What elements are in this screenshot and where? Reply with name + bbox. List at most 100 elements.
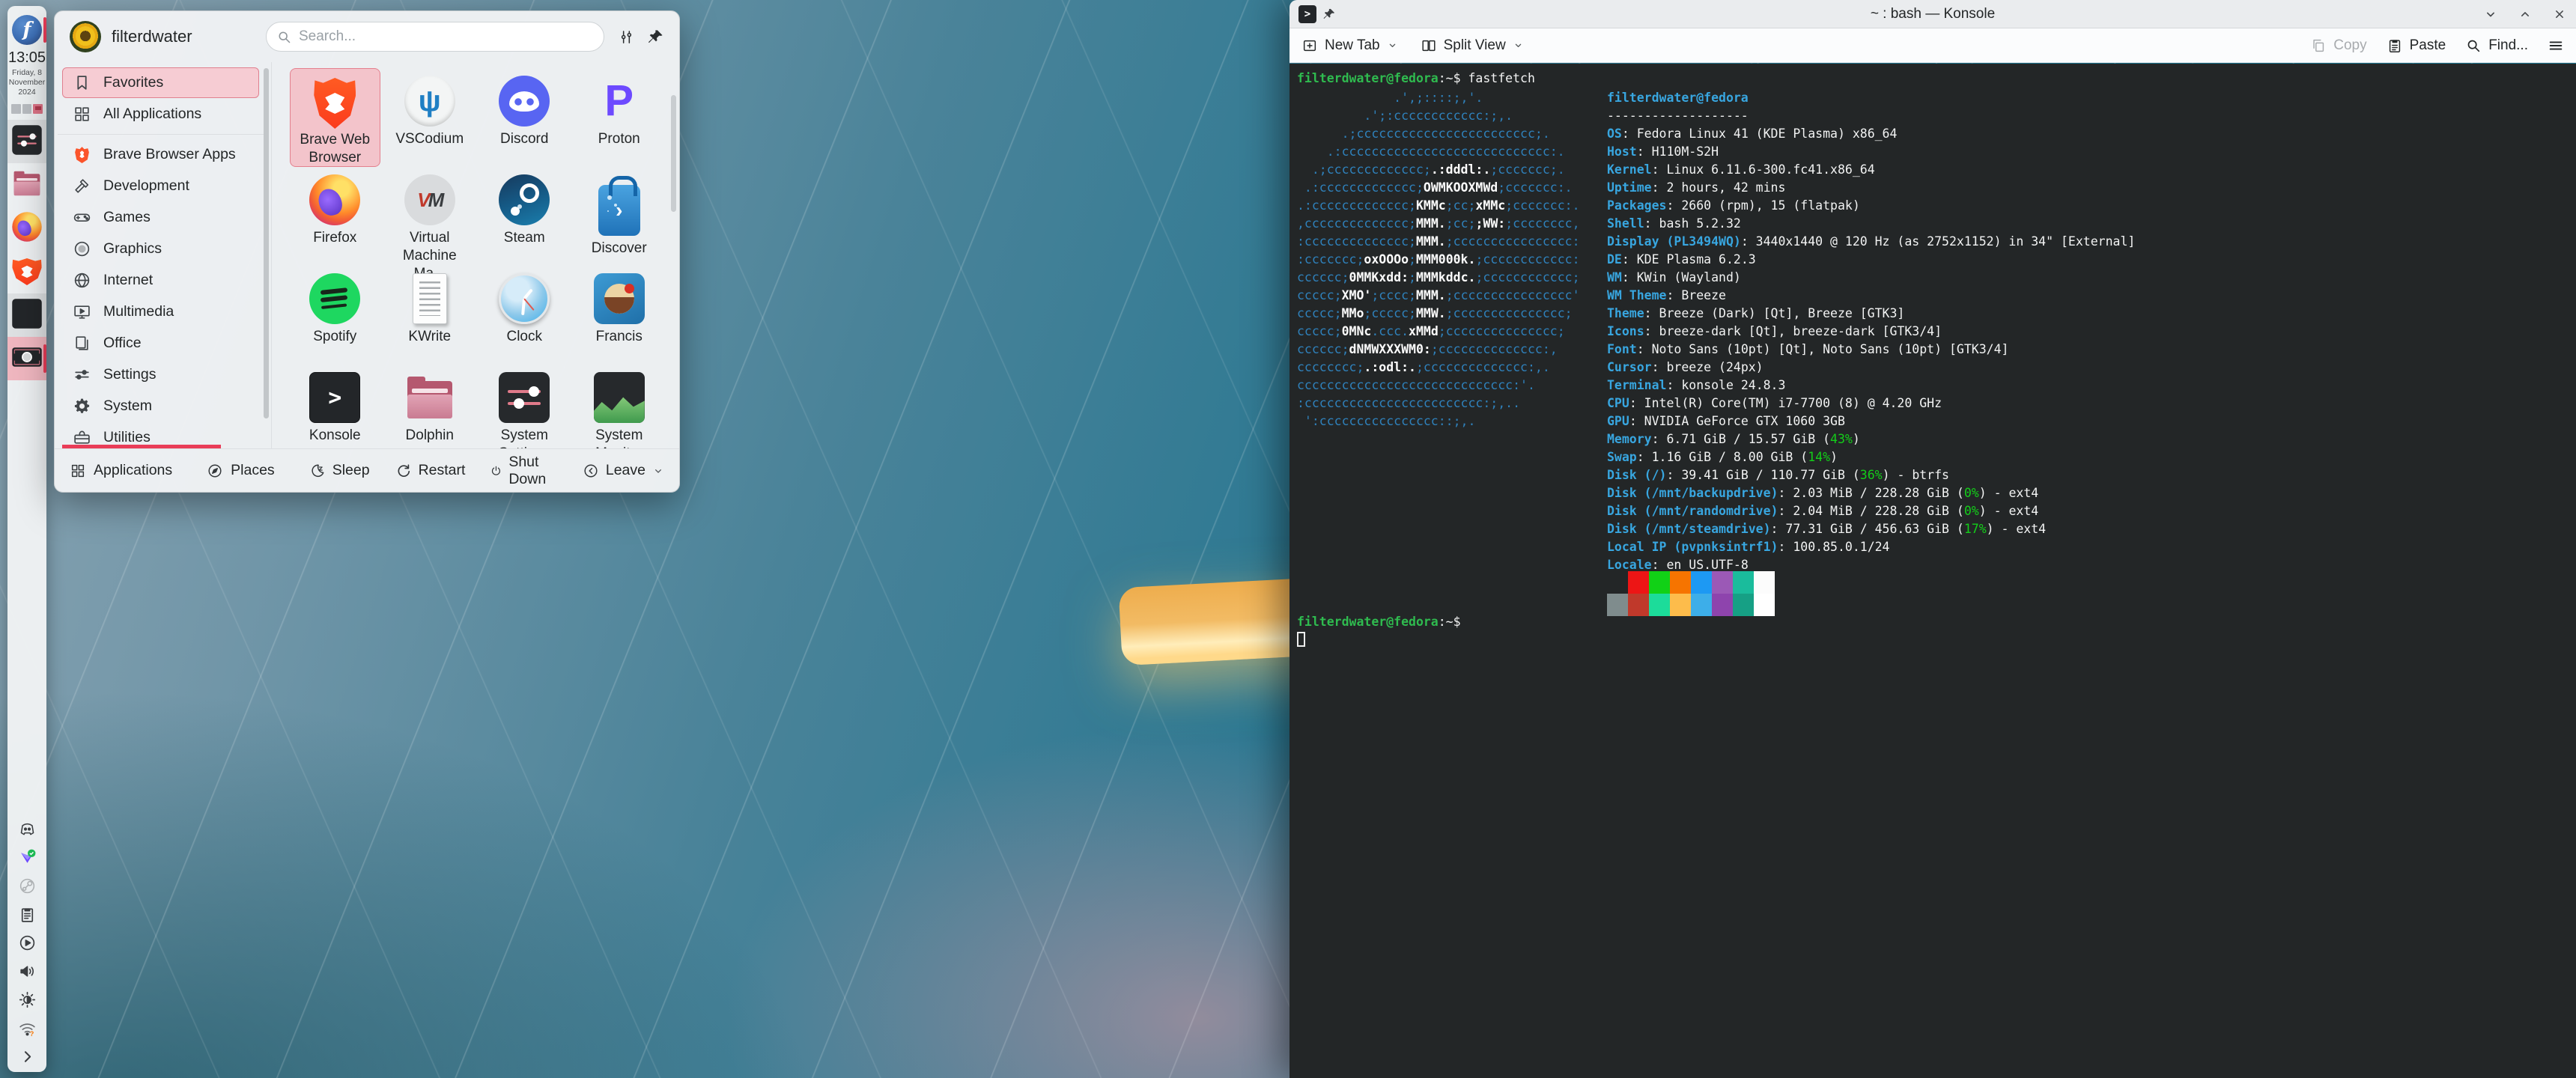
app-discover[interactable]: ›Discover [574,167,665,266]
task-konsole[interactable] [7,293,46,337]
new-tab-button[interactable]: New Tab [1301,37,1398,54]
sidebar-item-system[interactable]: System [62,391,259,421]
close-button[interactable] [2552,7,2567,22]
hamburger-menu-icon[interactable] [2548,37,2564,54]
app-dolphin[interactable]: Dolphin [385,365,476,448]
hammer-icon [73,177,91,195]
shut-down-button[interactable]: Shut Down [490,454,556,488]
sleep-button[interactable]: Sleep [309,462,370,479]
digital-clock[interactable]: 13:05 Friday, 8 November 2024 [7,49,46,97]
task-dolphin[interactable] [7,163,46,207]
network-tray-icon[interactable]: ? [18,1019,37,1038]
palette-swatch [1628,594,1649,616]
task-firefox[interactable] [7,207,46,250]
app-firefox[interactable]: Firefox [290,167,380,266]
steam-tray-icon[interactable] [18,877,37,895]
brightness-tray-icon[interactable] [18,990,37,1009]
search-field[interactable] [266,22,604,52]
protonvpn-tray-icon[interactable] [18,848,37,867]
application-launcher-button[interactable]: f [12,15,42,45]
task-spectacle[interactable] [7,337,46,380]
audio-volume-tray-icon[interactable] [18,962,37,981]
sidebar-item-brave-browser-apps[interactable]: Brave Browser Apps [62,139,259,170]
app-label: KWrite [408,328,451,346]
terminal-view[interactable]: filterdwater@fedora:~$ fastfetch .',;:::… [1289,64,2576,1078]
sidebar-item-label: All Applications [103,106,201,123]
app-steam[interactable]: Steam [479,167,570,266]
clock-date: Friday, 8 November 2024 [7,68,46,97]
sidebar-item-games[interactable]: Games [62,202,259,233]
app-system-monitor[interactable]: System Monitor [574,365,665,448]
launcher-footer: Applications Places Sleep Restart Shut Down… [55,448,679,492]
palette-swatch [1733,571,1754,594]
palette-swatch [1691,594,1712,616]
keep-above-pin-icon[interactable] [1322,7,1336,21]
app-label: Discover [592,240,647,258]
app-spotify[interactable]: Spotify [290,266,380,365]
app-vscodium[interactable]: ψVSCodium [385,68,476,167]
sidebar-item-development[interactable]: Development [62,171,259,201]
leave-icon [583,463,599,479]
dolphin-icon [12,168,41,198]
task-brave[interactable] [7,250,46,293]
virtual-desktop-pager[interactable] [11,104,43,114]
split-view-button[interactable]: Split View [1421,37,1524,54]
pager-desktop-3-active[interactable] [33,104,43,114]
vmm-icon: VM [404,174,455,225]
sidebar-item-multimedia[interactable]: Multimedia [62,296,259,327]
app-system-settings[interactable]: System Settings [479,365,570,448]
maximize-button[interactable] [2518,7,2533,22]
app-konsole[interactable]: >Konsole [290,365,380,448]
app-clock[interactable]: Clock [479,266,570,365]
app-francis[interactable]: Francis [574,266,665,365]
terminal-prompt-line: filterdwater@fedora:~$ [1297,613,1468,649]
paste-button[interactable]: Paste [2387,37,2446,54]
app-label: System Monitor [575,427,664,448]
palette-swatch [1649,571,1670,594]
app-virtual-machine-ma[interactable]: VMVirtual Machine Ma... [385,167,476,266]
pager-desktop-1[interactable] [11,104,21,114]
image-icon [73,240,91,258]
user-name: filterdwater [112,27,192,46]
search-input[interactable] [299,28,594,45]
sidebar-item-graphics[interactable]: Graphics [62,234,259,264]
app-label: Discord [500,130,548,148]
restart-button[interactable]: Restart [395,462,466,479]
task-system-settings[interactable] [7,120,46,163]
sidebar-item-favorites[interactable]: Favorites [62,67,259,98]
sidebar-item-all-applications[interactable]: All Applications [62,99,259,130]
copy-button[interactable]: Copy [2310,37,2366,54]
app-discord[interactable]: Discord [479,68,570,167]
sidebar-item-settings[interactable]: Settings [62,359,259,390]
system-tray: ? [7,820,46,1066]
sidebar-item-internet[interactable]: Internet [62,265,259,296]
sidebar-item-label: Development [103,177,189,195]
sidebar-item-office[interactable]: Office [62,328,259,359]
konsole-app-icon: > [1298,5,1316,23]
grid-scrollbar[interactable] [671,95,676,212]
pin-icon[interactable] [647,28,664,46]
bravemini-icon [73,145,91,164]
avatar[interactable] [70,21,101,52]
media-player-tray-icon[interactable] [18,934,37,952]
find-button[interactable]: Find... [2465,37,2528,54]
footer-tab-places[interactable]: Places [207,462,275,479]
app-kwrite[interactable]: KWrite [385,266,476,365]
app-brave-web-browser[interactable]: Brave Web Browser [290,68,380,167]
fastfetch-ascii-logo: .',;::::;,'. .';:cccccccccccc:;,. .;cccc… [1297,89,1580,430]
palette-swatch [1691,571,1712,594]
sidebar-scrollbar[interactable] [264,68,269,418]
tray-expander-icon[interactable] [18,1047,37,1066]
sidebar-item-label: Graphics [103,240,162,258]
pager-desktop-2[interactable] [22,104,32,114]
app-label: Spotify [313,328,356,346]
configure-icon[interactable] [618,28,635,46]
minimize-button[interactable] [2483,7,2498,22]
discord-tray-icon[interactable] [18,820,37,838]
titlebar[interactable]: > ~ : bash — Konsole [1289,0,2576,28]
footer-tab-applications[interactable]: Applications [70,462,172,479]
clipboard-tray-icon[interactable] [18,905,37,924]
leave-button[interactable]: Leave [583,462,664,479]
app-proton[interactable]: PProton [574,68,665,167]
footer-tabs: Applications Places [70,462,309,479]
